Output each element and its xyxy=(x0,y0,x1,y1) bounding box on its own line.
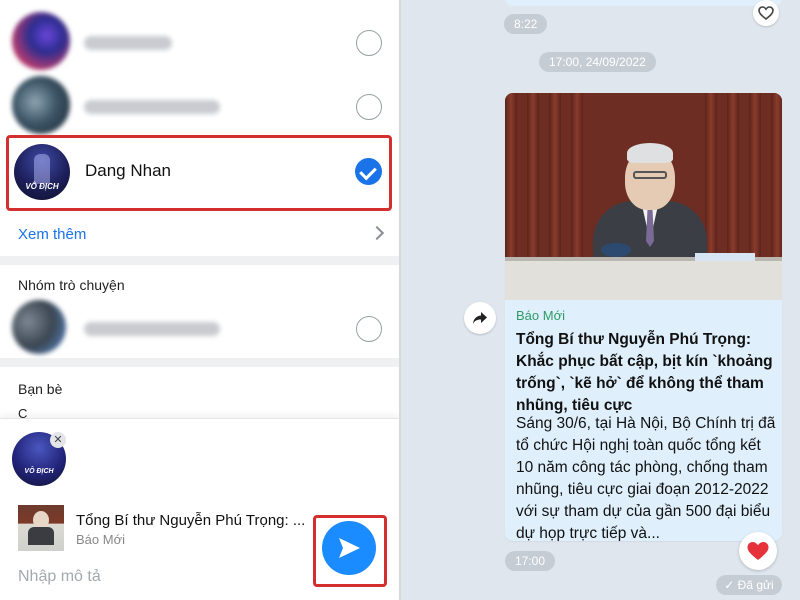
curtain xyxy=(727,93,739,258)
curtain xyxy=(771,93,782,258)
contact-row[interactable] xyxy=(0,12,399,76)
thumbnail-body xyxy=(28,527,54,545)
news-title: Tổng Bí thư Nguyễn Phú Trọng: Khắc phục … xyxy=(516,331,773,414)
group-name-blurred xyxy=(84,322,220,336)
sent-status-badge: ✓ Đã gửi xyxy=(716,575,782,595)
shared-article-source: Báo Mới xyxy=(76,532,125,547)
message-time: 17:00 xyxy=(505,551,556,571)
microphone xyxy=(601,243,631,257)
curtain xyxy=(505,93,517,258)
news-source: Báo Mới xyxy=(516,308,565,323)
remove-recipient-close-icon[interactable]: ✕ xyxy=(50,432,66,448)
send-icon xyxy=(339,538,360,558)
avatar xyxy=(12,12,70,70)
speaker-glasses xyxy=(633,171,667,179)
select-radio[interactable] xyxy=(356,30,382,56)
news-description: Sáng 30/6, tại Hà Nội, Bộ Chính trị đã t… xyxy=(516,415,776,541)
send-button[interactable] xyxy=(322,521,376,575)
share-panel: VÔ ĐỊCH Dang Nhan Xem thêm Nhóm trò chuy… xyxy=(0,0,399,600)
news-image xyxy=(505,93,782,300)
select-radio[interactable] xyxy=(356,94,382,120)
heart-filled-icon xyxy=(747,542,769,560)
date-separator: 17:00, 24/09/2022 xyxy=(539,52,656,72)
heart-outline-icon xyxy=(758,6,774,20)
see-more-link[interactable]: Xem thêm xyxy=(18,226,86,243)
curtain xyxy=(705,93,717,258)
reaction-heart-button[interactable] xyxy=(753,0,779,26)
section-title-friends: Bạn bè xyxy=(18,381,63,397)
news-card[interactable]: Báo Mới Tổng Bí thư Nguyễn Phú Trọng: Kh… xyxy=(505,93,782,541)
chat-panel: 8:22 17:00, 24/09/2022 Báo Mới Tổng Bí t… xyxy=(401,0,800,600)
avatar-caption: VÔ ĐỊCH xyxy=(25,182,59,191)
reaction-heart-button[interactable] xyxy=(739,532,777,570)
podium xyxy=(505,261,782,300)
share-arrow-icon xyxy=(473,312,487,324)
section-divider xyxy=(0,256,399,265)
selected-check-icon[interactable] xyxy=(355,158,382,185)
speaker-hair xyxy=(627,143,673,163)
shared-article-thumbnail xyxy=(18,505,64,551)
contact-name-blurred xyxy=(84,36,172,50)
papers xyxy=(695,253,755,261)
group-row[interactable] xyxy=(0,298,399,362)
shared-article-title: Tổng Bí thư Nguyễn Phú Trọng: ... xyxy=(76,512,306,529)
curtain xyxy=(527,93,539,258)
contact-row[interactable] xyxy=(0,76,399,140)
avatar xyxy=(12,76,70,134)
forward-button[interactable] xyxy=(464,302,496,334)
group-avatar xyxy=(12,300,66,354)
section-divider xyxy=(0,358,399,367)
curtain xyxy=(549,93,561,258)
contact-name[interactable]: Dang Nhan xyxy=(85,161,171,181)
curtain xyxy=(749,93,761,258)
select-radio[interactable] xyxy=(356,316,382,342)
curtain xyxy=(571,93,583,258)
avatar-caption: VÔ ĐỊCH xyxy=(24,468,54,475)
avatar-figure xyxy=(34,154,50,184)
description-input[interactable] xyxy=(18,566,288,588)
message-time: 8:22 xyxy=(504,14,548,34)
contact-name-blurred xyxy=(84,100,220,114)
section-title-groups: Nhóm trò chuyện xyxy=(18,277,125,293)
avatar: VÔ ĐỊCH xyxy=(14,144,70,200)
chevron-right-icon[interactable] xyxy=(369,225,385,241)
previous-message-bubble xyxy=(505,0,782,6)
